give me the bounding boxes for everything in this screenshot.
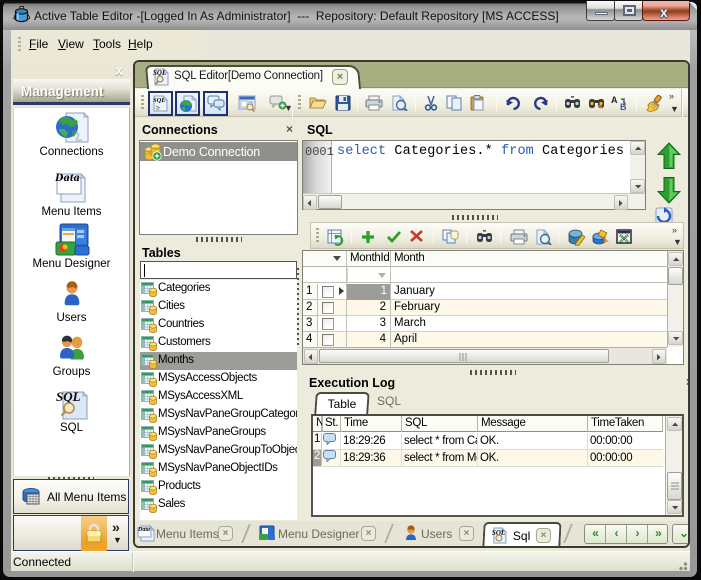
svg-text:Data: Data — [137, 527, 150, 533]
svg-text:Data: Data — [55, 172, 80, 184]
svg-text:A: A — [611, 95, 618, 105]
svg-text:B: B — [620, 102, 627, 111]
svg-text:SQL: SQL — [56, 389, 81, 404]
svg-text:SQL: SQL — [153, 97, 165, 104]
